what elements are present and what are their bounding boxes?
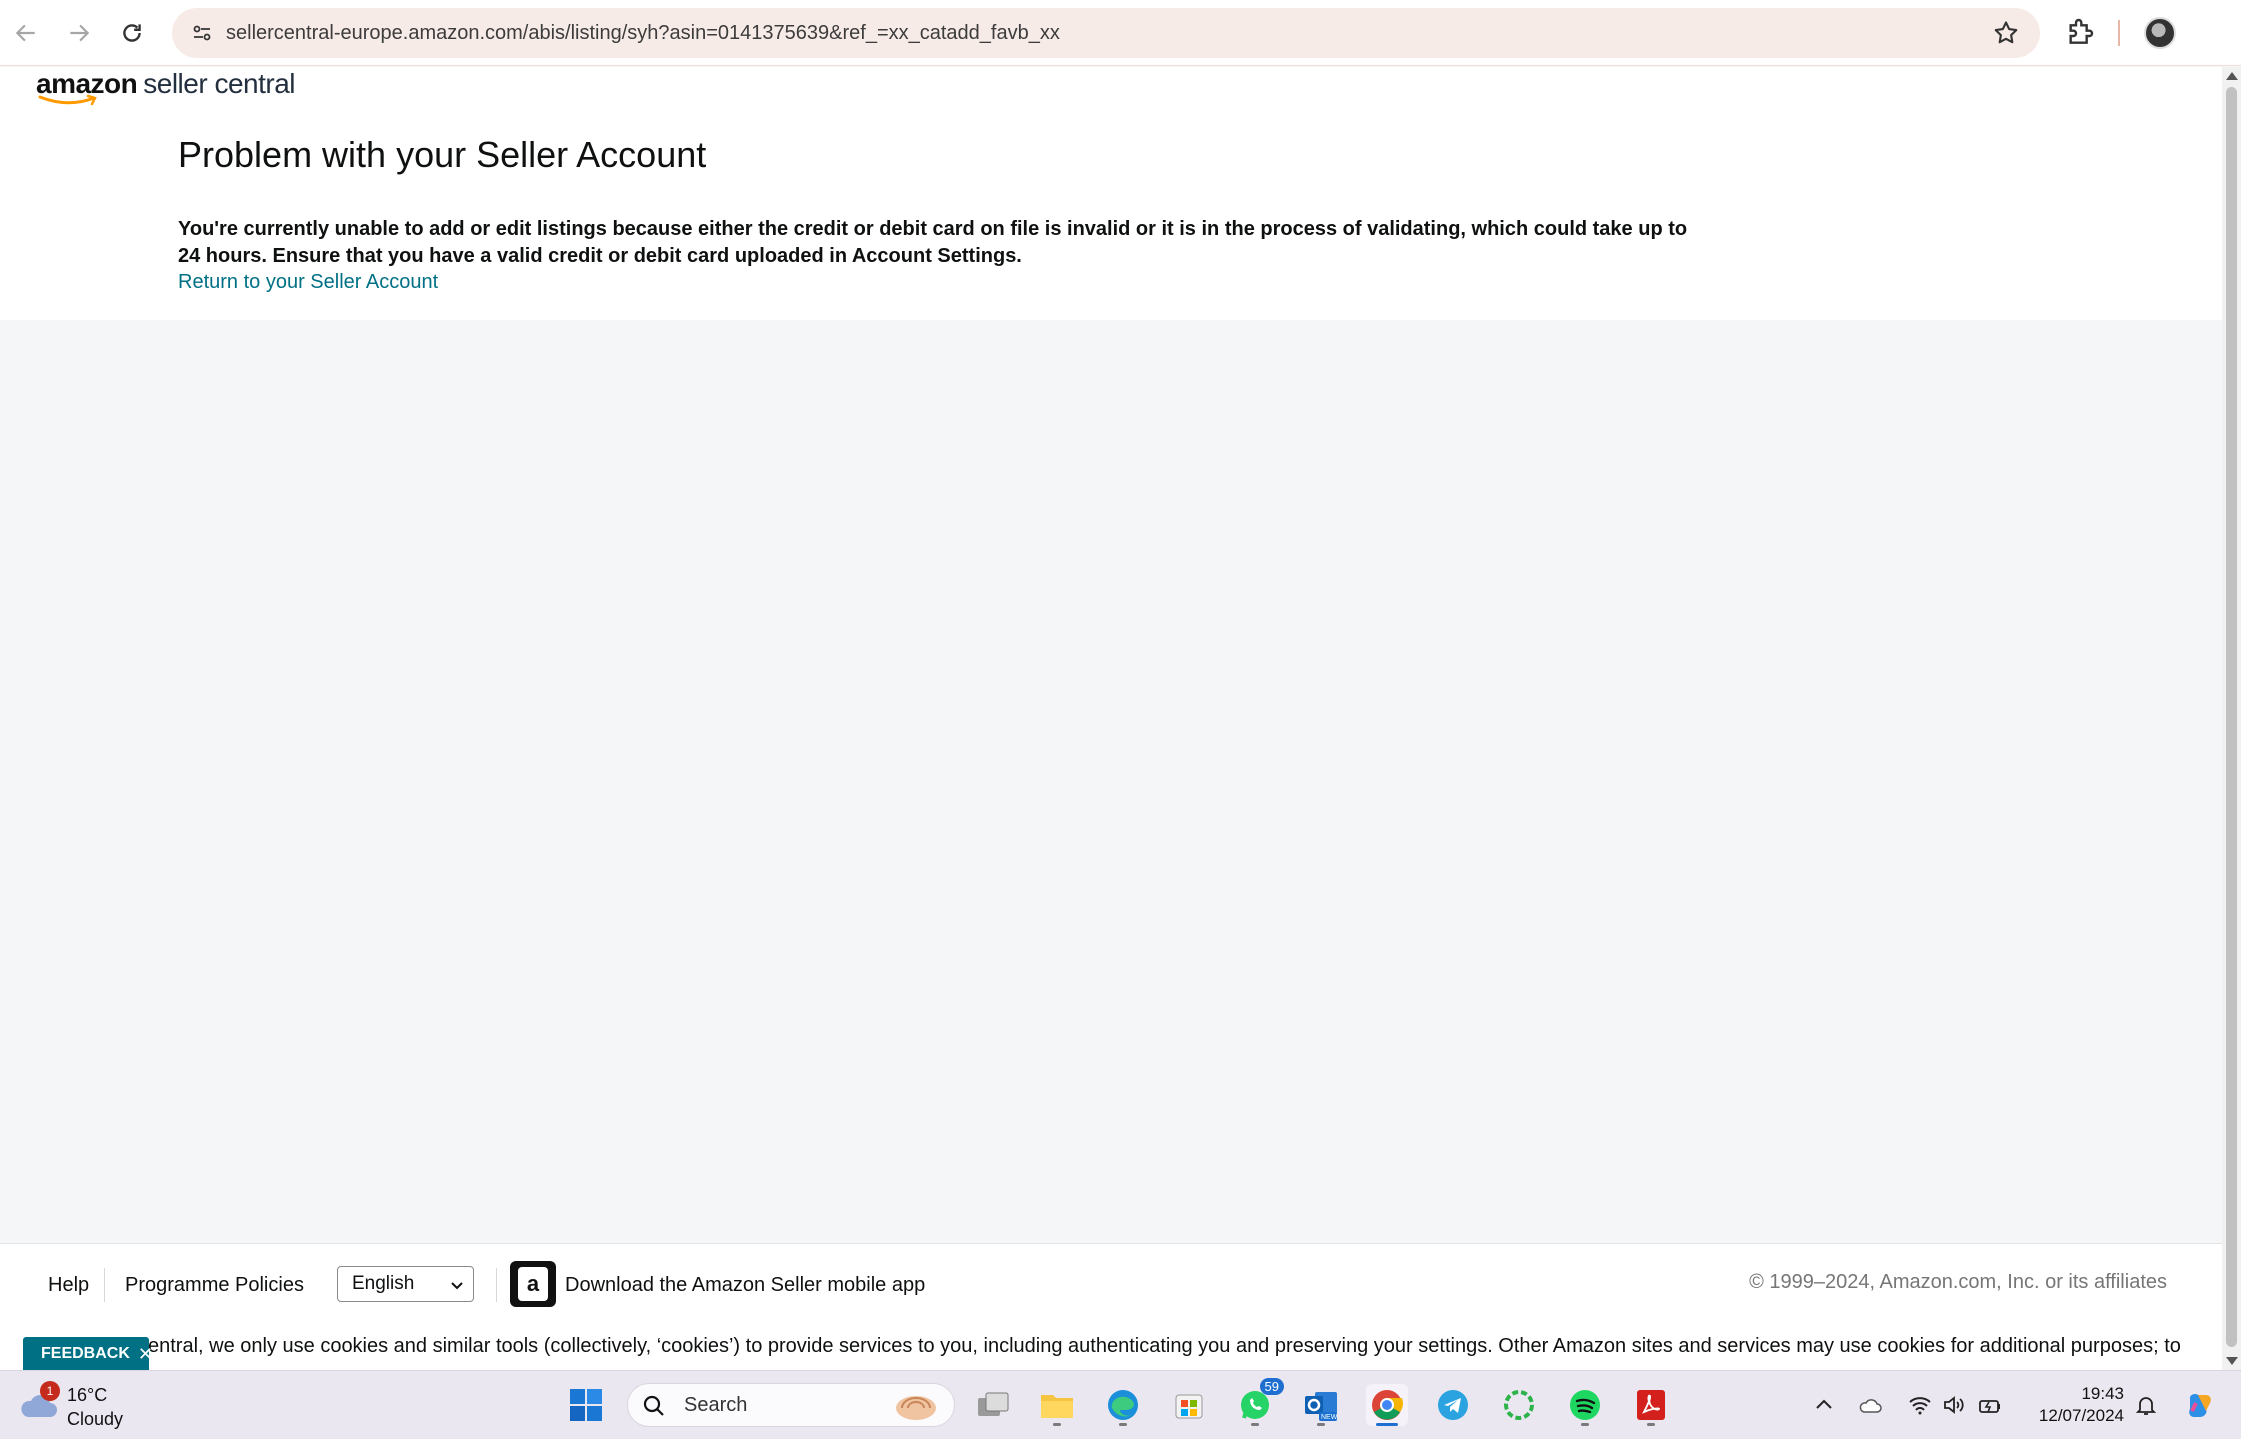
onedrive-cloud-icon[interactable] [1858, 1393, 1882, 1417]
page-footer: Help Programme Policies English a Downlo… [0, 1243, 2222, 1370]
weather-condition: Cloudy [67, 1409, 124, 1429]
store-icon [1175, 1394, 1203, 1419]
scroll-down-arrow-icon[interactable] [2226, 1357, 2238, 1365]
site-settings-icon[interactable] [186, 17, 218, 49]
url-text[interactable]: sellercentral-europe.amazon.com/abis/lis… [226, 8, 1060, 58]
taskbar-telegram[interactable] [1432, 1384, 1474, 1426]
back-button[interactable] [6, 13, 46, 53]
speaker-icon[interactable] [1942, 1393, 1966, 1417]
running-indicator [1581, 1423, 1589, 1426]
weather-alert-badge: 1 [40, 1381, 60, 1401]
notification-count-badge: 59 [1259, 1378, 1284, 1395]
feedback-button[interactable]: FEEDBACK ✕ [23, 1337, 153, 1371]
logo-product: seller central [143, 68, 295, 99]
arrow-right-icon [70, 24, 90, 42]
system-clock[interactable]: 19:43 12/07/2024 [2020, 1383, 2124, 1427]
account-problem-message: You're currently unable to add or edit l… [178, 218, 1688, 267]
taskbar-file-explorer[interactable] [1036, 1384, 1078, 1426]
feedback-label: FEEDBACK [41, 1345, 130, 1362]
task-view-icon [978, 1392, 1009, 1416]
page-title: Problem with your Seller Account [178, 134, 707, 175]
running-indicator [1119, 1423, 1127, 1426]
task-view-button[interactable] [972, 1384, 1014, 1426]
ring-app-icon [1504, 1390, 1534, 1420]
chrome-icon [1372, 1390, 1403, 1420]
taskbar-app-ring[interactable] [1498, 1384, 1540, 1426]
battery-charging-icon[interactable] [1978, 1393, 2002, 1417]
return-to-seller-account-link[interactable]: Return to your Seller Account [178, 271, 438, 294]
toolbar-divider [2118, 20, 2120, 46]
app-icon-letter: a [518, 1267, 548, 1301]
acrobat-icon [1637, 1390, 1665, 1420]
reload-icon [123, 24, 141, 42]
page-scrollbar[interactable] [2222, 67, 2241, 1370]
taskbar-chrome[interactable] [1366, 1384, 1408, 1426]
spotify-icon [1570, 1390, 1600, 1420]
taskbar-spotify[interactable] [1564, 1384, 1606, 1426]
windows-logo-icon [570, 1389, 602, 1421]
forward-button[interactable] [59, 13, 99, 53]
search-placeholder: Search [684, 1394, 748, 1416]
active-indicator [1376, 1423, 1398, 1426]
running-indicator [1317, 1423, 1325, 1426]
taskbar-edge[interactable] [1102, 1384, 1144, 1426]
weather-temperature: 16°C [67, 1385, 108, 1405]
language-selected-value: English [352, 1273, 415, 1294]
wifi-icon[interactable] [1908, 1393, 1932, 1417]
footer-divider [496, 1268, 497, 1302]
language-select[interactable]: English [337, 1266, 474, 1302]
start-button[interactable] [565, 1384, 607, 1426]
telegram-icon [1438, 1390, 1468, 1420]
chevron-up-icon[interactable] [1812, 1393, 1836, 1417]
amazon-smile-icon [38, 94, 97, 106]
address-bar[interactable]: sellercentral-europe.amazon.com/abis/lis… [172, 8, 2040, 58]
weather-widget[interactable]: 1 16°C Cloudy [18, 1379, 158, 1433]
copilot-icon[interactable] [2184, 1389, 2216, 1421]
windows-taskbar: 1 16°C Cloudy Search 59 NEW 19:43 12/07/… [0, 1370, 2241, 1439]
download-seller-app-link[interactable]: Download the Amazon Seller mobile app [565, 1274, 925, 1297]
amazon-seller-app-icon[interactable]: a [510, 1261, 556, 1307]
arrow-left-icon [15, 24, 35, 42]
taskbar-microsoft-store[interactable] [1168, 1384, 1210, 1426]
reload-button[interactable] [112, 13, 152, 53]
search-icon [643, 1395, 664, 1416]
svg-text:NEW: NEW [1321, 1414, 1338, 1421]
folder-icon [1041, 1395, 1073, 1418]
close-icon[interactable]: ✕ [138, 1344, 153, 1365]
extensions-puzzle-icon[interactable] [2064, 16, 2096, 48]
running-indicator [1053, 1423, 1061, 1426]
programme-policies-link[interactable]: Programme Policies [125, 1274, 304, 1297]
browser-toolbar: sellercentral-europe.amazon.com/abis/lis… [0, 0, 2241, 66]
outlook-icon: NEW [1305, 1392, 1338, 1421]
scroll-thumb[interactable] [2226, 87, 2237, 1347]
running-indicator [1251, 1423, 1259, 1426]
notification-bell-icon[interactable] [2134, 1393, 2158, 1417]
taskbar-whatsapp[interactable]: 59 [1234, 1378, 1284, 1426]
clock-time: 19:43 [2081, 1384, 2124, 1403]
chevron-down-icon [451, 1282, 463, 1290]
taskbar-outlook[interactable]: NEW [1300, 1384, 1342, 1426]
clock-date: 12/07/2024 [2038, 1406, 2124, 1425]
shell-illustration-icon [896, 1396, 936, 1420]
copyright-text: © 1999–2024, Amazon.com, Inc. or its aff… [1749, 1271, 2167, 1293]
scroll-up-arrow-icon[interactable] [2226, 72, 2238, 80]
taskbar-search-box[interactable]: Search [627, 1383, 955, 1427]
help-link[interactable]: Help [48, 1274, 89, 1297]
bookmark-star-icon[interactable] [1992, 19, 2020, 47]
running-indicator [1647, 1423, 1655, 1426]
taskbar-acrobat[interactable] [1630, 1384, 1672, 1426]
profile-avatar[interactable] [2144, 17, 2176, 49]
cookie-notice-text: entral, we only use cookies and similar … [148, 1335, 2181, 1357]
footer-divider [104, 1268, 105, 1302]
edge-icon [1108, 1390, 1138, 1420]
